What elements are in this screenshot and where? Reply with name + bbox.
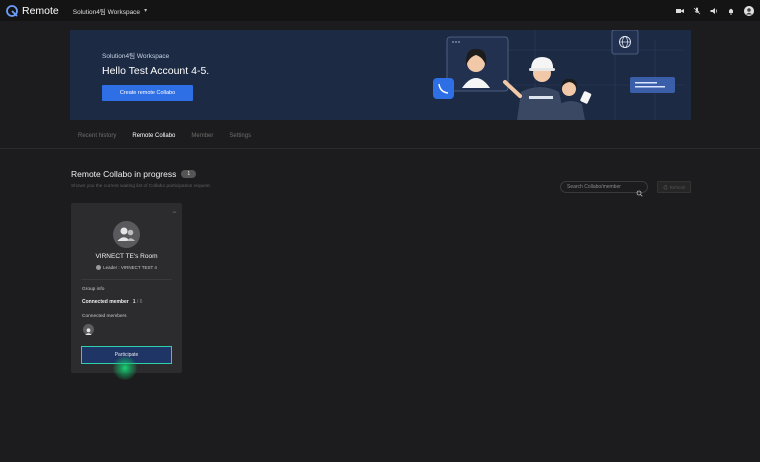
click-indicator	[113, 356, 137, 380]
tab-recent-history[interactable]: Recent history	[70, 127, 124, 149]
tab-remote-collabo[interactable]: Remote Collabo	[124, 127, 184, 149]
section-title: Remote Collabo in progress 1	[71, 169, 197, 179]
mic-off-icon[interactable]	[693, 7, 701, 15]
workspace-selector-label: Solution4팀 Workspace	[72, 8, 141, 16]
leader-avatar-icon	[96, 265, 102, 270]
connected-member-row: Connected member 1 / 6	[82, 299, 142, 305]
leader-text: Leader : VIRNECT TEST 4	[103, 265, 157, 270]
room-leader: Leader : VIRNECT TEST 4	[71, 265, 182, 270]
connected-member-count: 1 / 6	[132, 299, 143, 305]
card-divider	[81, 279, 172, 280]
bell-icon[interactable]	[727, 7, 735, 15]
refresh-icon	[663, 184, 668, 190]
refresh-label: Refresh	[669, 184, 686, 190]
top-bar: Remote Solution4팀 Workspace ▾	[0, 0, 760, 21]
top-icons	[676, 0, 754, 21]
speaker-icon[interactable]	[710, 7, 718, 15]
hero-workspace-name: Solution4팀 Workspace	[102, 53, 170, 60]
section-title-text: Remote Collabo in progress	[71, 169, 177, 179]
hero-greeting: Hello Test Account 4-5.	[102, 65, 210, 77]
refresh-button[interactable]: Refresh	[657, 181, 691, 193]
member-avatar	[83, 324, 94, 335]
camera-icon[interactable]	[676, 7, 684, 15]
more-options-icon[interactable]: ···	[172, 209, 177, 216]
collabo-room-card: ··· VIRNECT TE's Room Leader : VIRNECT T…	[71, 203, 182, 373]
chevron-down-icon: ▾	[144, 8, 148, 14]
create-remote-collabo-button[interactable]: Create remote Collabo	[102, 85, 193, 101]
count-badge: 1	[181, 170, 197, 178]
app-logo[interactable]: Remote	[6, 5, 59, 17]
tab-divider	[0, 148, 760, 149]
user-avatar[interactable]	[744, 5, 754, 16]
app-name: Remote	[22, 4, 59, 17]
search-box	[560, 181, 648, 197]
search-icon[interactable]	[636, 184, 643, 202]
connected-member-label: Connected member	[82, 299, 129, 305]
remote-logo-icon	[6, 4, 18, 17]
workspace-selector[interactable]: Solution4팀 Workspace ▾	[73, 6, 147, 16]
tab-settings[interactable]: Settings	[221, 127, 259, 149]
collaboration-illustration	[433, 30, 685, 120]
main-tabs: Recent history Remote Collabo Member Set…	[70, 127, 259, 149]
search-input[interactable]	[561, 183, 639, 191]
section-subtitle: Shows you the current waiting list of Co…	[71, 184, 211, 189]
hero-banner: Solution4팀 Workspace Hello Test Account …	[70, 30, 691, 120]
group-info-label: Group info	[82, 287, 105, 292]
room-name: VIRNECT TE's Room	[95, 253, 158, 260]
connected-members-label: Connected members	[82, 314, 127, 319]
room-group-icon	[113, 221, 140, 248]
tab-member[interactable]: Member	[183, 127, 221, 149]
